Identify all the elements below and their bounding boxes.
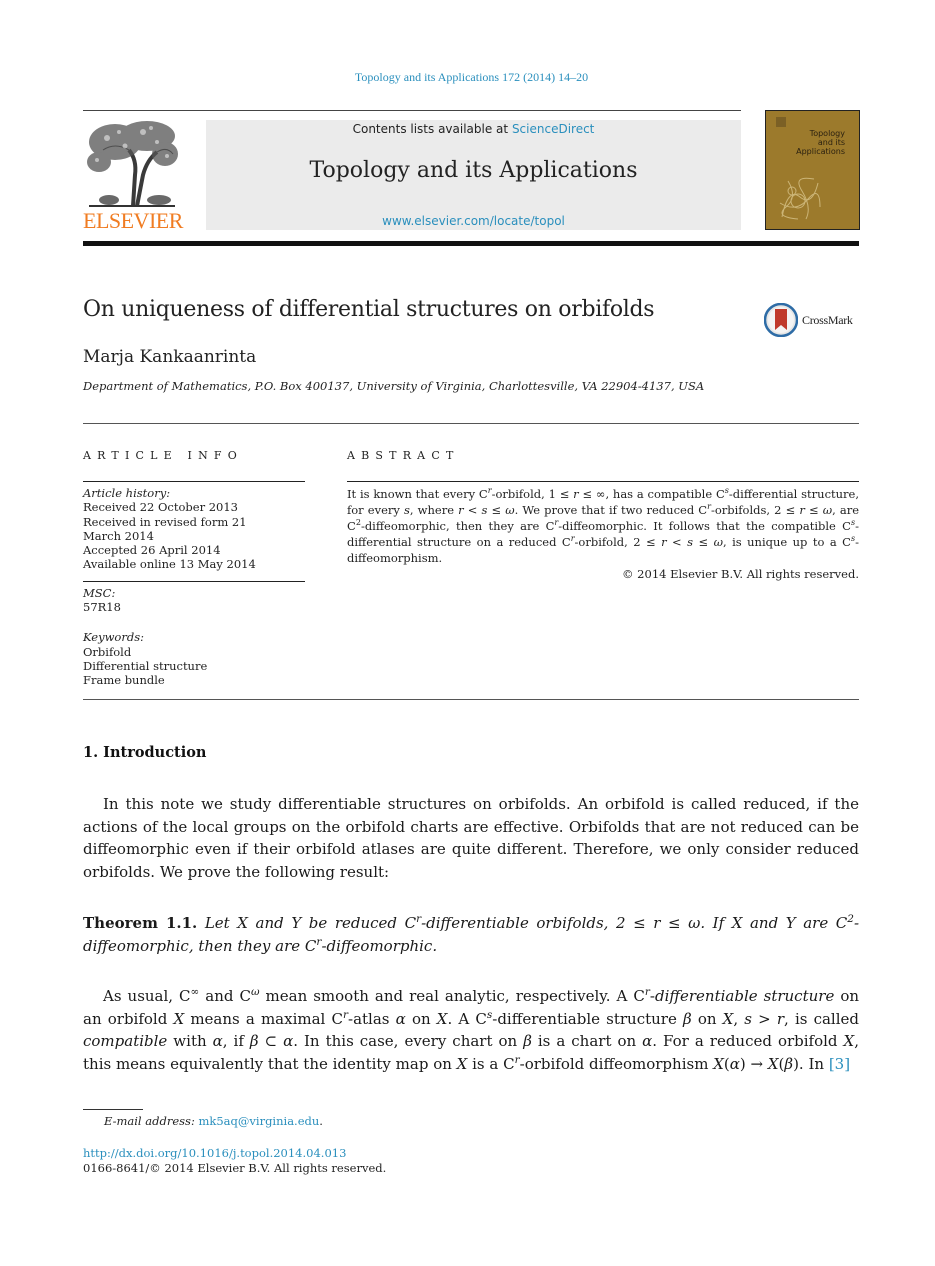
journal-header-box: Contents lists available at ScienceDirec…	[206, 120, 741, 230]
footnote-rule	[83, 1109, 143, 1110]
cover-title-line: and its	[817, 138, 845, 147]
cover-title-line: Applications	[796, 147, 845, 156]
author-affiliation: Department of Mathematics, P.O. Box 4001…	[83, 379, 705, 393]
header-top-rule	[83, 110, 741, 111]
article-title: On uniqueness of differential structures…	[83, 297, 655, 322]
history-item: Accepted 26 April 2014	[83, 543, 221, 558]
intro-paragraph: In this note we study differentiable str…	[83, 795, 859, 882]
cover-elsevier-emblem-icon	[776, 117, 786, 127]
header-thick-rule	[83, 241, 859, 246]
journal-url-link[interactable]: www.elsevier.com/locate/topol	[206, 214, 741, 228]
keyword-item[interactable]: Orbifold	[83, 645, 305, 659]
doi-link[interactable]: http://dx.doi.org/10.1016/j.topol.2014.0…	[83, 1146, 346, 1160]
crossmark-badge[interactable]: CrossMark	[764, 303, 864, 341]
keyword-item[interactable]: Differential structure	[83, 659, 305, 673]
issn-copyright: 0166-8641/© 2014 Elsevier B.V. All right…	[83, 1161, 387, 1175]
divider	[347, 481, 859, 482]
paragraph-text: As usual, C∞ and Cω mean smooth and real…	[83, 986, 860, 1074]
elsevier-tree-icon	[87, 121, 178, 207]
abstract-copyright: © 2014 Elsevier B.V. All rights reserved…	[622, 567, 859, 581]
email-link[interactable]: mk5aq@virginia.edu	[198, 1114, 319, 1128]
divider	[83, 423, 859, 424]
divider	[83, 699, 859, 700]
history-item: Available online 13 May 2014	[83, 557, 256, 572]
email-label: E-mail address:	[104, 1114, 199, 1128]
cover-title: Topology and its Applications	[796, 129, 845, 156]
divider	[83, 481, 305, 482]
divider	[83, 580, 305, 582]
cover-title-line: Topology	[809, 129, 845, 138]
theorem-statement: Let X and Y be reduced Cr-differentiable…	[83, 913, 860, 955]
theorem-label: Theorem 1.1.	[83, 914, 198, 932]
abstract-body: It is known that every Cr-orbifold, 1 ≤ …	[347, 486, 859, 582]
journal-citation[interactable]: Topology and its Applications 172 (2014)…	[0, 70, 935, 85]
cover-knot-pattern-icon	[779, 177, 821, 220]
article-history-label: Article history:	[83, 486, 171, 500]
abstract-text: It is known that every Cr-orbifold, 1 ≤ …	[347, 486, 860, 565]
sciencedirect-link[interactable]: ScienceDirect	[512, 122, 594, 136]
body-paragraph: As usual, C∞ and Cω mean smooth and real…	[83, 985, 859, 1076]
section-heading-introduction: 1. Introduction	[83, 744, 207, 761]
journal-cover-image[interactable]: Topology and its Applications	[765, 110, 860, 230]
history-item: Received 22 October 2013	[83, 500, 238, 515]
journal-title: Topology and its Applications	[309, 158, 638, 183]
keyword-item[interactable]: Frame bundle	[83, 673, 305, 687]
elsevier-wordmark: ELSEVIER	[83, 208, 183, 233]
article-info-block: Article history: Received 22 October 201…	[83, 486, 305, 688]
crossmark-label: CrossMark	[802, 313, 853, 327]
article-info-heading: ARTICLE INFO	[83, 449, 243, 462]
msc-label: MSC:	[83, 585, 116, 600]
citation-link[interactable]: [3]	[829, 1055, 850, 1073]
keywords-label: Keywords:	[83, 630, 144, 645]
msc-code: 57R18	[83, 600, 121, 615]
abstract-heading: ABSTRACT	[347, 449, 460, 462]
crossmark-icon	[764, 303, 798, 337]
history-item: Received in revised form 21 March 2014	[83, 514, 247, 543]
contents-available-line: Contents lists available at ScienceDirec…	[206, 122, 741, 136]
contents-prefix: Contents lists available at	[352, 122, 512, 136]
email-footnote: E-mail address: mk5aq@virginia.edu.	[104, 1114, 323, 1128]
author-name[interactable]: Marja Kankaanrinta	[83, 347, 256, 367]
elsevier-logo[interactable]: ELSEVIER	[83, 120, 183, 233]
theorem-1-1: Theorem 1.1. Let X and Y be reduced Cr-d…	[83, 912, 859, 957]
